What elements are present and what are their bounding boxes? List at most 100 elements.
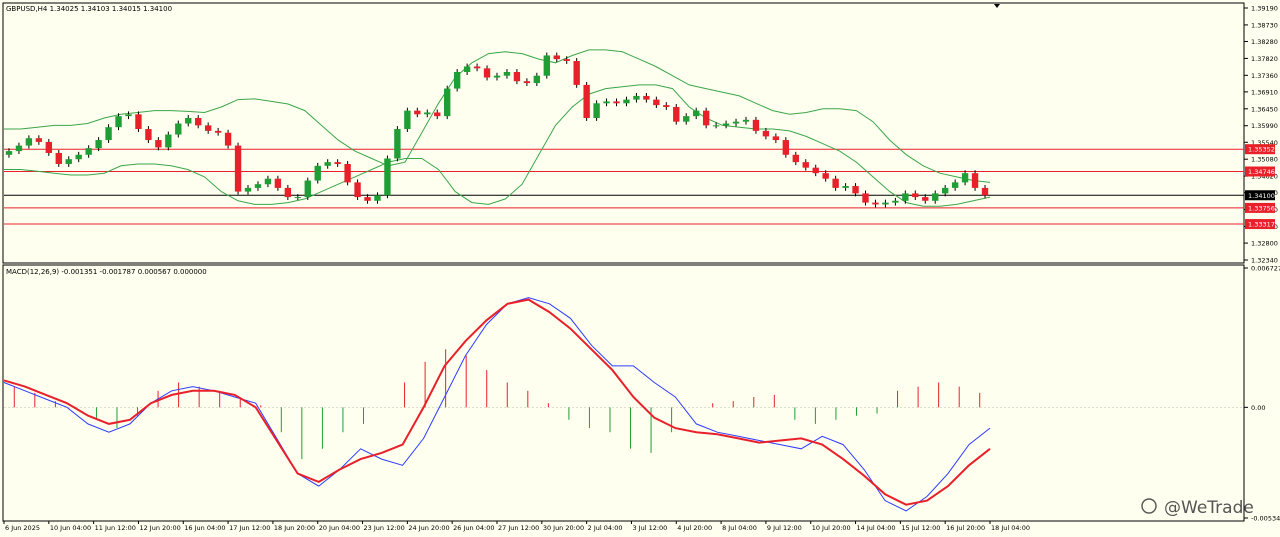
candle-body: [832, 178, 839, 188]
macd-tick-label: 0.00: [1251, 404, 1265, 412]
candle-body: [135, 114, 142, 130]
candle-body: [513, 72, 521, 82]
candle-body: [503, 72, 511, 76]
candle-body: [414, 110, 421, 115]
candle-body: [434, 112, 441, 117]
candle-body: [45, 141, 53, 153]
candle-body: [842, 186, 849, 188]
time-tick-label: 14 Jul 04:00: [857, 524, 896, 532]
candle-body: [85, 148, 92, 155]
candle-body: [673, 106, 680, 122]
candle-body: [961, 173, 969, 183]
chart-header: GBPUSD,H4 1.34025 1.34103 1.34015 1.3410…: [6, 5, 172, 13]
candle-body: [593, 103, 600, 118]
time-tick-label: 16 Jun 04:00: [184, 524, 225, 532]
candle-body: [732, 121, 740, 124]
candle-body: [195, 117, 202, 126]
time-tick-label: 12 Jun 20:00: [139, 524, 180, 532]
price-tick-label: 1.39190: [1251, 5, 1278, 13]
candle-body: [892, 200, 899, 203]
trading-chart: 1.39190 1.38730 1.38280 1.37820 1.37360 1.369…: [0, 0, 1280, 537]
price-level-label: 1.34746: [1248, 168, 1275, 176]
candle-body: [583, 84, 590, 118]
candle-body: [872, 202, 879, 205]
candle-body: [712, 125, 720, 127]
candle-body: [95, 140, 102, 149]
candle-body: [155, 140, 162, 148]
candle-body: [493, 75, 501, 78]
candle-body: [802, 162, 809, 168]
macd-header: MACD(12,26,9) -0.001351 -0.001787 0.0005…: [6, 268, 207, 276]
time-tick-label: 20 Jun 04:00: [319, 524, 360, 532]
candle-body: [453, 72, 461, 89]
price-level-label: 1.35352: [1248, 146, 1275, 154]
candle-body: [473, 66, 481, 69]
candle-body: [852, 186, 859, 194]
candle-body: [35, 138, 43, 142]
candle-body: [683, 116, 690, 122]
price-tick-label: 1.36910: [1251, 88, 1278, 96]
candle-body: [752, 119, 760, 131]
price-tick-label: 1.36450: [1251, 105, 1278, 113]
candle-body: [394, 129, 401, 159]
candle-body: [922, 197, 929, 201]
time-tick-label: 26 Jun 04:00: [453, 524, 494, 532]
candle-body: [643, 95, 650, 100]
macd-tick-label: 0.006727: [1251, 265, 1280, 273]
candle-body: [862, 193, 869, 203]
candle-body: [563, 59, 570, 61]
price-level-label: 1.34100: [1248, 192, 1275, 200]
candle-body: [772, 136, 780, 141]
candle-body: [902, 193, 909, 201]
candle-body: [274, 178, 282, 188]
candle-body: [613, 101, 620, 104]
candle-body: [65, 159, 72, 164]
time-tick-label: 16 Jul 20:00: [946, 524, 985, 532]
price-tick-label: 1.38730: [1251, 21, 1278, 29]
candle-body: [653, 99, 660, 106]
time-tick-label: 18 Jul 04:00: [991, 524, 1030, 532]
candle-body: [55, 152, 62, 164]
candle-body: [125, 114, 132, 117]
candle-body: [742, 119, 750, 122]
time-tick-label: 23 Jun 12:00: [364, 524, 405, 532]
candle-body: [702, 110, 710, 126]
candle-body: [314, 165, 321, 181]
candle-body: [364, 197, 371, 201]
candle-body: [175, 123, 182, 135]
candle-body: [543, 55, 550, 76]
time-tick-label: 8 Jul 04:00: [722, 524, 757, 532]
candle-body: [105, 127, 112, 141]
candle-body: [115, 116, 122, 128]
watermark-text: @WeTrade: [1164, 498, 1254, 518]
candle-body: [204, 125, 212, 131]
time-tick-label: 27 Jun 12:00: [498, 524, 539, 532]
candle-body: [185, 117, 192, 124]
candle-body: [533, 75, 541, 84]
candle-body: [294, 197, 301, 199]
candle-body: [663, 105, 670, 107]
price-tick-label: 1.38280: [1251, 38, 1278, 46]
candle-body: [553, 55, 560, 60]
candle-body: [822, 173, 829, 179]
candle-body: [165, 134, 172, 148]
candle-body: [424, 112, 431, 115]
candle-body: [25, 138, 33, 146]
price-level-label: 1.33756: [1248, 204, 1275, 212]
price-tick-label: 1.32340: [1251, 257, 1278, 265]
candle-body: [344, 163, 351, 183]
time-tick-label: 17 Jun 12:00: [229, 524, 270, 532]
price-tick-label: 1.35080: [1251, 156, 1278, 164]
candle-body: [404, 110, 411, 130]
candle-body: [374, 195, 381, 201]
candle-body: [762, 130, 770, 137]
candle-body: [693, 110, 700, 117]
time-tick-label: 10 Jul 20:00: [812, 524, 851, 532]
time-tick-label: 9 Jul 12:00: [767, 524, 802, 532]
candle-body: [603, 101, 610, 104]
candle-body: [971, 173, 979, 188]
candle-body: [812, 167, 819, 174]
candle-body: [264, 178, 272, 185]
candle-body: [5, 151, 13, 155]
candle-body: [324, 162, 331, 166]
